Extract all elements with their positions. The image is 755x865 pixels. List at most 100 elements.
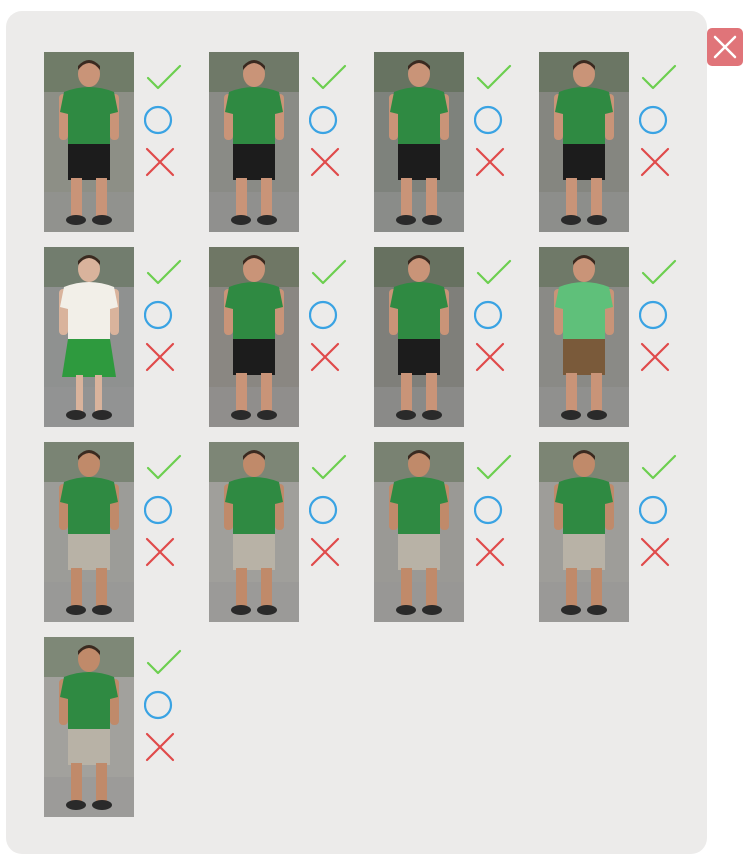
accept-button[interactable] [474, 60, 514, 96]
cross-icon [310, 537, 340, 567]
reject-button[interactable] [144, 729, 184, 765]
circle-icon [309, 300, 338, 330]
accept-button[interactable] [639, 450, 679, 486]
person-thumbnail[interactable] [539, 52, 629, 232]
result-item [44, 637, 194, 817]
accept-button[interactable] [144, 645, 184, 681]
check-icon [311, 64, 347, 90]
reject-button[interactable] [474, 339, 514, 375]
cross-icon [145, 732, 175, 762]
neutral-button[interactable] [474, 492, 514, 528]
neutral-button[interactable] [639, 102, 679, 138]
person-thumbnail[interactable] [209, 442, 299, 622]
reject-button[interactable] [474, 144, 514, 180]
check-icon [146, 649, 182, 675]
result-item [374, 52, 524, 232]
result-item [374, 247, 524, 427]
reject-button[interactable] [309, 339, 349, 375]
person-thumbnail[interactable] [374, 442, 464, 622]
circle-icon [309, 105, 338, 135]
reject-button[interactable] [144, 534, 184, 570]
check-icon [146, 454, 182, 480]
result-item [44, 52, 194, 232]
result-item [44, 442, 194, 622]
cross-icon [475, 342, 505, 372]
reject-button[interactable] [639, 339, 679, 375]
neutral-button[interactable] [144, 102, 184, 138]
check-icon [641, 259, 677, 285]
neutral-button[interactable] [474, 102, 514, 138]
reject-button[interactable] [144, 144, 184, 180]
result-item [539, 52, 689, 232]
accept-button[interactable] [144, 255, 184, 291]
reject-button[interactable] [144, 339, 184, 375]
cross-icon [640, 342, 670, 372]
accept-button[interactable] [309, 255, 349, 291]
person-thumbnail[interactable] [209, 247, 299, 427]
circle-icon [309, 495, 338, 525]
person-thumbnail[interactable] [374, 52, 464, 232]
accept-button[interactable] [639, 255, 679, 291]
person-thumbnail[interactable] [539, 247, 629, 427]
person-thumbnail[interactable] [209, 52, 299, 232]
close-icon [713, 35, 737, 59]
reject-button[interactable] [639, 144, 679, 180]
circle-icon [144, 105, 173, 135]
result-item [539, 442, 689, 622]
reject-button[interactable] [639, 534, 679, 570]
circle-icon [474, 495, 503, 525]
person-thumbnail[interactable] [44, 247, 134, 427]
cross-icon [310, 147, 340, 177]
result-item [209, 442, 359, 622]
circle-icon [144, 495, 173, 525]
accept-button[interactable] [144, 60, 184, 96]
accept-button[interactable] [144, 450, 184, 486]
result-item [374, 442, 524, 622]
person-thumbnail[interactable] [374, 247, 464, 427]
neutral-button[interactable] [309, 492, 349, 528]
accept-button[interactable] [474, 255, 514, 291]
close-button[interactable] [707, 28, 743, 66]
circle-icon [144, 690, 173, 720]
circle-icon [474, 300, 503, 330]
reject-button[interactable] [309, 534, 349, 570]
person-thumbnail[interactable] [539, 442, 629, 622]
neutral-button[interactable] [144, 492, 184, 528]
reject-button[interactable] [309, 144, 349, 180]
check-icon [476, 454, 512, 480]
cross-icon [145, 342, 175, 372]
check-icon [641, 64, 677, 90]
result-item [209, 52, 359, 232]
cross-icon [640, 147, 670, 177]
neutral-button[interactable] [309, 102, 349, 138]
person-thumbnail[interactable] [44, 637, 134, 817]
neutral-button[interactable] [309, 297, 349, 333]
neutral-button[interactable] [639, 492, 679, 528]
circle-icon [639, 105, 668, 135]
person-thumbnail[interactable] [44, 52, 134, 232]
check-icon [146, 64, 182, 90]
person-thumbnail[interactable] [44, 442, 134, 622]
circle-icon [144, 300, 173, 330]
accept-button[interactable] [309, 60, 349, 96]
reject-button[interactable] [474, 534, 514, 570]
cross-icon [145, 147, 175, 177]
cross-icon [310, 342, 340, 372]
cross-icon [475, 147, 505, 177]
accept-button[interactable] [309, 450, 349, 486]
result-item [209, 247, 359, 427]
circle-icon [639, 300, 668, 330]
check-icon [476, 64, 512, 90]
cross-icon [475, 537, 505, 567]
cross-icon [640, 537, 670, 567]
check-icon [146, 259, 182, 285]
cross-icon [145, 537, 175, 567]
neutral-button[interactable] [144, 687, 184, 723]
neutral-button[interactable] [474, 297, 514, 333]
neutral-button[interactable] [144, 297, 184, 333]
accept-button[interactable] [474, 450, 514, 486]
result-item [44, 247, 194, 427]
circle-icon [639, 495, 668, 525]
neutral-button[interactable] [639, 297, 679, 333]
accept-button[interactable] [639, 60, 679, 96]
